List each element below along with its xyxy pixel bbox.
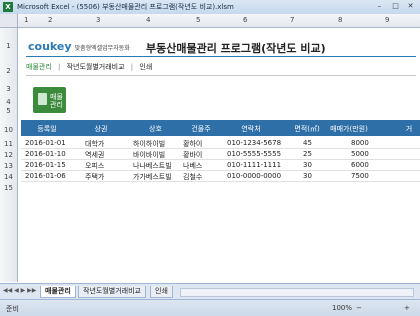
header-cell: 건물주 (191, 125, 211, 133)
column-header[interactable]: 7 (290, 16, 294, 24)
row-header[interactable]: 10 (0, 126, 17, 134)
maximize-icon[interactable]: □ (391, 2, 400, 11)
row-header[interactable]: 13 (0, 162, 17, 170)
row-header[interactable]: 14 (0, 173, 17, 181)
column-header[interactable]: 1 (24, 16, 28, 24)
header-cell: 연락처 (241, 125, 261, 133)
nav-separator: | (58, 63, 61, 71)
nav-menu: 매물관리 | 작년도월별거래비교 | 인쇄 (26, 62, 156, 72)
table-row[interactable]: 2016-01-15 오피스 나나베스트빌 나베스 010-1111-1111 … (21, 159, 420, 170)
row-header[interactable]: 1 (0, 42, 17, 50)
title-bar: X Microsoft Excel - (5506) 부동산매물관리 프로그램(… (0, 0, 420, 15)
minimize-icon[interactable]: – (375, 2, 384, 11)
sheet-tab-bar: ◀◀ ◀ ▶ ▶▶ 매물관리 작년도월별거래비교 인쇄 (0, 283, 420, 299)
header-cell: 등록일 (37, 125, 57, 133)
document-icon (38, 93, 47, 105)
zoom-level[interactable]: 100% (332, 304, 352, 312)
nav-divider (26, 75, 416, 76)
tab-yearly-compare[interactable]: 작년도월별거래비교 (78, 286, 146, 298)
nav-item-print[interactable]: 인쇄 (139, 63, 152, 71)
nav-item-listings[interactable]: 매물관리 (26, 63, 52, 71)
column-header[interactable]: 9 (385, 16, 389, 24)
status-bar: 준비 100% − + (0, 299, 420, 316)
worksheet[interactable]: coukey 맞춤형엑셀업무자동화 부동산매물관리 프로그램(작년도 비교) 매물… (18, 28, 420, 282)
header-cell: 상호 (149, 125, 162, 133)
column-header[interactable]: 5 (196, 16, 200, 24)
brand-name: coukey (28, 40, 72, 53)
zoom-in-icon[interactable]: + (404, 304, 410, 312)
tab-print[interactable]: 인쇄 (150, 286, 173, 298)
row-header[interactable]: 12 (0, 151, 17, 159)
window-title: Microsoft Excel - (5506) 부동산매물관리 프로그램(작년… (17, 3, 234, 11)
row-header[interactable]: 3 (0, 85, 17, 93)
table-row[interactable]: 2016-01-10 역세권 바이바이빌 황바이 010-5555-5555 2… (21, 148, 420, 159)
zoom-out-icon[interactable]: − (356, 304, 362, 312)
nav-separator: | (130, 63, 134, 71)
page-title: 부동산매물관리 프로그램(작년도 비교) (146, 42, 326, 55)
row-header[interactable]: 5 (0, 107, 17, 115)
select-all-corner[interactable] (0, 14, 18, 27)
header-cell: 매매가(만원) (330, 125, 368, 133)
nav-item-yearly-compare[interactable]: 작년도월별거래비교 (67, 63, 125, 71)
brand-tagline: 맞춤형엑셀업무자동화 (74, 45, 130, 52)
close-icon[interactable]: ✕ (406, 2, 415, 11)
header-cell: 거 (405, 125, 413, 133)
column-header[interactable]: 3 (96, 16, 100, 24)
status-ready: 준비 (6, 305, 19, 313)
row-header[interactable]: 15 (0, 184, 17, 192)
header-cell: 면적(㎡) (294, 125, 320, 133)
row-header[interactable]: 4 (0, 98, 17, 106)
tab-scroll-arrows-icon[interactable]: ◀◀ ◀ ▶ ▶▶ (3, 287, 36, 294)
excel-icon: X (3, 2, 13, 12)
tab-listings[interactable]: 매물관리 (40, 286, 76, 298)
horizontal-scrollbar[interactable] (180, 288, 414, 297)
listing-management-button[interactable]: 매물 관리 (33, 87, 66, 113)
table-header: 등록일 상권 상호 건물주 연락처 면적(㎡) 매매가(만원) 거 (21, 120, 420, 136)
column-header[interactable]: 8 (338, 16, 342, 24)
table-row[interactable]: 2016-01-06 주택가 가가베스트빌 김철수 010-0000-0000 … (21, 170, 420, 181)
header-cell: 상권 (94, 125, 108, 133)
column-header-bar: 1 2 3 4 5 6 7 8 9 (0, 14, 420, 28)
row-header-bar: 1 2 3 4 5 10 11 12 13 14 15 (0, 28, 18, 282)
row-header[interactable]: 2 (0, 67, 17, 75)
row-header[interactable]: 11 (0, 140, 17, 148)
column-header[interactable]: 4 (146, 16, 150, 24)
table-row[interactable]: 2016-01-01 대학가 하이하이빌 황하이 010-1234-5678 4… (21, 137, 420, 148)
title-divider (26, 56, 416, 57)
column-header[interactable]: 2 (48, 16, 52, 24)
column-header[interactable]: 6 (243, 16, 247, 24)
button-label: 매물 관리 (50, 93, 63, 109)
brand-logo: coukey 맞춤형엑셀업무자동화 (28, 40, 130, 53)
